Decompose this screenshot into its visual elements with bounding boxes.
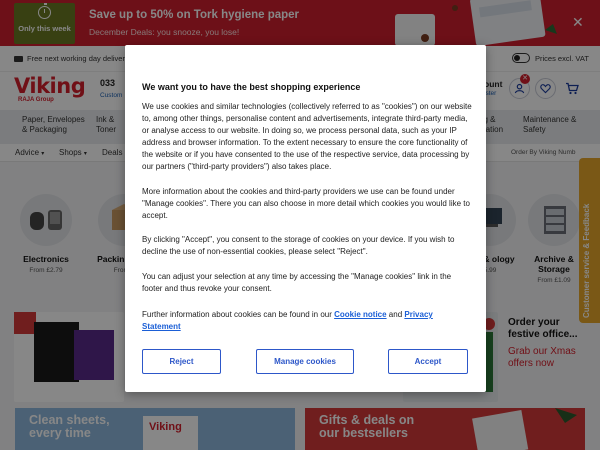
cookie-paragraph-5: Further information about cookies can be… (142, 309, 472, 333)
cookie-paragraph-3: By clicking "Accept", you consent to the… (142, 235, 455, 256)
cookie-consent-dialog: We want you to have the best shopping ex… (125, 45, 486, 392)
cookie-notice-link[interactable]: Cookie notice (334, 310, 386, 319)
cookie-paragraph-5-and: and (386, 310, 405, 319)
cookie-paragraph-1: We use cookies and similar technologies … (142, 102, 472, 171)
manage-cookies-button[interactable]: Manage cookies (256, 349, 354, 374)
cookie-paragraph-2: More information about the cookies and t… (142, 187, 470, 220)
cookie-dialog-title: We want you to have the best shopping ex… (142, 82, 361, 92)
accept-button[interactable]: Accept (388, 349, 468, 374)
cookie-paragraph-5-text: Further information about cookies can be… (142, 310, 335, 319)
reject-button[interactable]: Reject (142, 349, 221, 374)
cookie-paragraph-4: You can adjust your selection at any tim… (142, 272, 452, 293)
